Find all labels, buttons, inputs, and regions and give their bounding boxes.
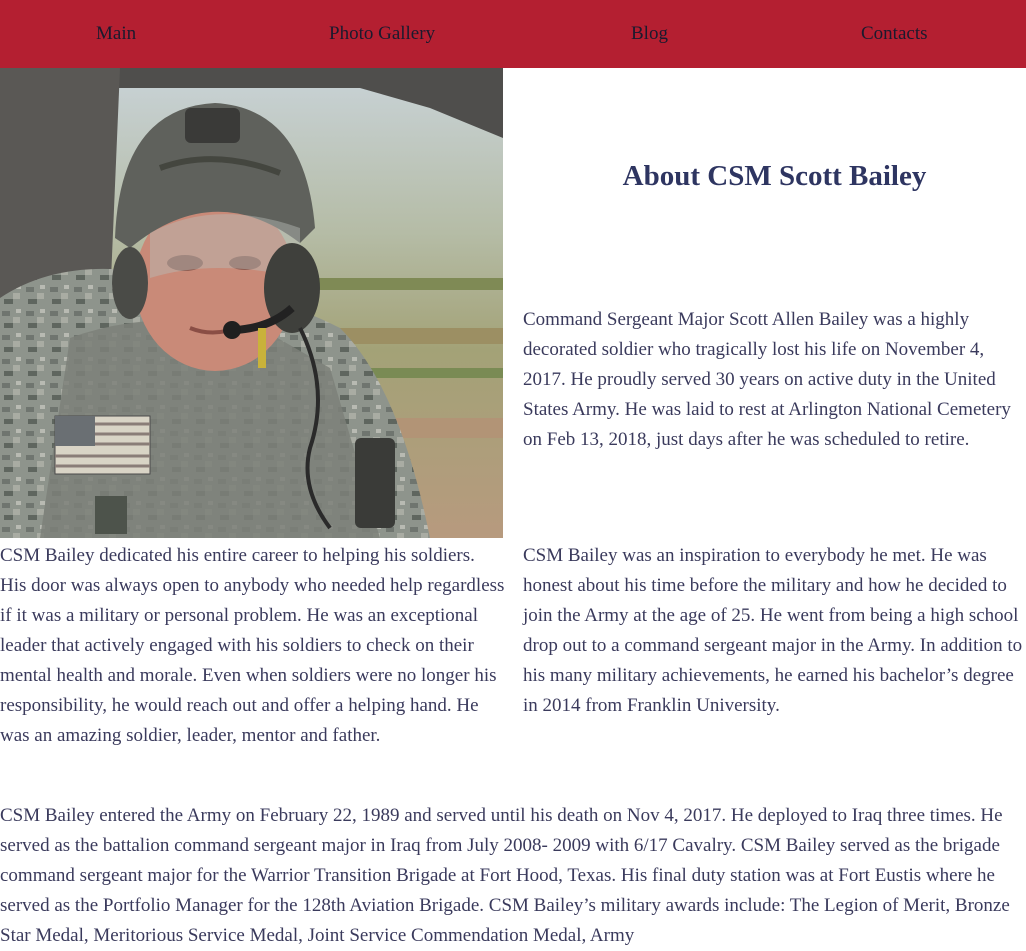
leadership-paragraph: CSM Bailey dedicated his entire career t… [0, 545, 505, 746]
inspiration-paragraph: CSM Bailey was an inspiration to everybo… [523, 545, 1023, 716]
page-title: About CSM Scott Bailey [622, 160, 927, 192]
nav-link-main[interactable]: Main [96, 20, 136, 48]
soldier-portrait-photo [0, 68, 503, 538]
service-history-paragraph: CSM Bailey entered the Army on February … [0, 805, 1010, 946]
top-navigation-bar: Main Photo Gallery Blog Contacts [0, 0, 1026, 68]
intro-paragraph: Command Sergeant Major Scott Allen Baile… [523, 309, 1011, 450]
nav-link-photo-gallery[interactable]: Photo Gallery [329, 20, 435, 48]
nav-link-blog[interactable]: Blog [631, 20, 668, 48]
nav-link-contacts[interactable]: Contacts [861, 20, 928, 48]
